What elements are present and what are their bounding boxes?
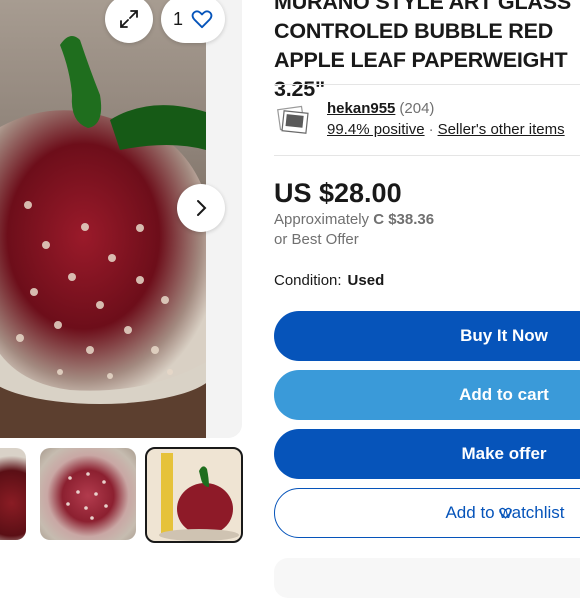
next-image-button[interactable] xyxy=(177,184,225,232)
seller-avatar[interactable] xyxy=(276,103,310,137)
seller-feedback-count: (204) xyxy=(399,100,435,117)
chevron-right-icon xyxy=(197,200,207,216)
sellers-other-items-link[interactable]: Seller's other items xyxy=(438,121,565,138)
seller-stats-row: 99.4% positive · Seller's other items xyxy=(327,121,565,138)
add-to-watchlist-button[interactable]: Add to watchlist xyxy=(274,488,580,538)
approximate-price: Approximately C $38.36 xyxy=(274,211,434,228)
store-icon xyxy=(277,105,309,134)
approx-value: C $38.36 xyxy=(373,211,435,228)
paperweight-photo xyxy=(0,36,206,438)
condition-row: Condition: Used xyxy=(274,272,384,289)
info-card xyxy=(274,558,580,598)
watch-count-button[interactable]: 1 xyxy=(161,0,225,43)
listing-title: MURANO STYLE ART GLASS CONTROLED BUBBLE … xyxy=(274,0,571,101)
buy-it-now-label: Buy It Now xyxy=(460,326,548,345)
thumbnail-selected[interactable] xyxy=(145,447,243,543)
watch-count: 1 xyxy=(172,8,183,29)
thumbnail[interactable] xyxy=(0,448,26,540)
price: US $28.00 xyxy=(274,178,402,208)
positive-feedback-link[interactable]: 99.4% positive xyxy=(327,121,425,138)
separator-dot: · xyxy=(428,121,434,138)
add-to-watchlist-label: Add to watchlist xyxy=(275,503,580,523)
buy-it-now-button[interactable]: Buy It Now xyxy=(274,311,580,361)
heart-icon xyxy=(191,10,213,29)
seller-name-row: hekan955 (204) xyxy=(327,100,434,117)
expand-icon xyxy=(120,10,138,28)
divider xyxy=(274,155,580,156)
add-to-cart-label: Add to cart xyxy=(459,385,549,404)
divider xyxy=(274,84,580,85)
approx-prefix: Approximately xyxy=(274,211,370,228)
thumbnail-image xyxy=(159,453,239,541)
seller-name-link[interactable]: hekan955 xyxy=(327,100,395,117)
make-offer-label: Make offer xyxy=(461,444,547,463)
add-to-watchlist-text: Add to watchlist xyxy=(445,503,565,522)
add-to-cart-button[interactable]: Add to cart xyxy=(274,370,580,420)
best-offer-text: or Best Offer xyxy=(274,231,359,248)
thumbnail[interactable] xyxy=(40,448,136,540)
thumbnail-image xyxy=(66,472,108,520)
make-offer-button[interactable]: Make offer xyxy=(274,429,580,479)
thumbnail-strip xyxy=(0,447,243,543)
main-product-image[interactable] xyxy=(0,0,206,438)
condition-value: Used xyxy=(347,272,385,289)
condition-label: Condition: xyxy=(274,272,342,289)
